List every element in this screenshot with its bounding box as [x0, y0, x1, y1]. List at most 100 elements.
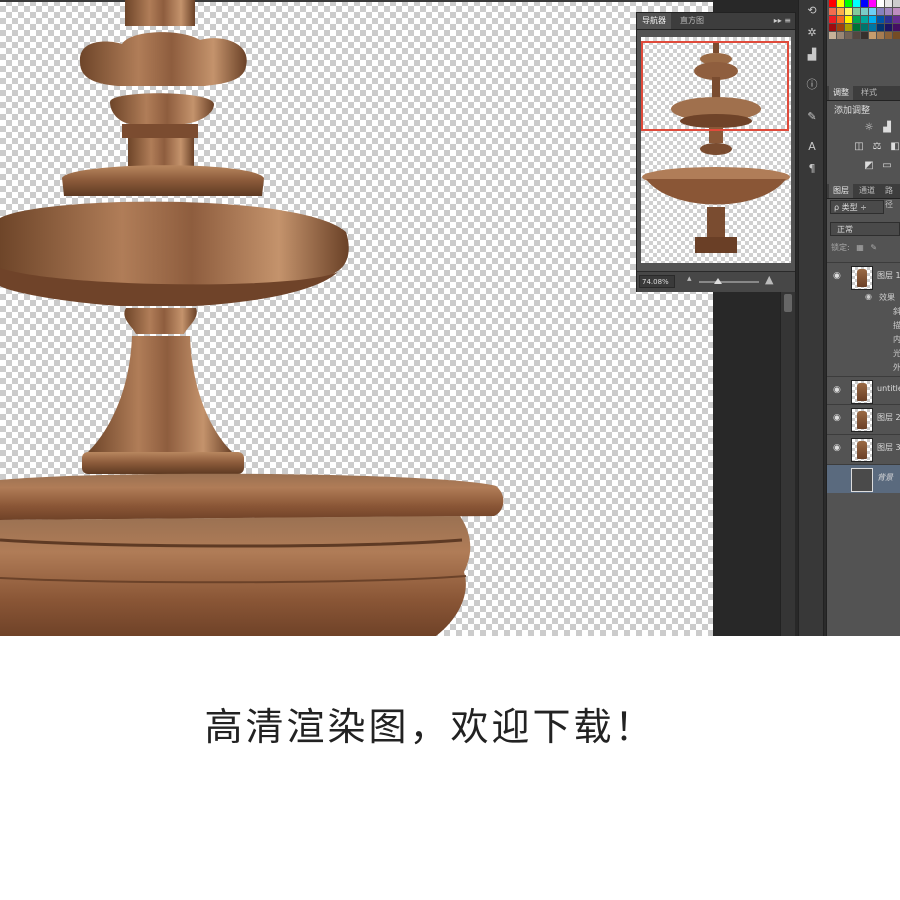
color-swatch[interactable]: [853, 32, 860, 39]
color-swatch[interactable]: [885, 0, 892, 7]
color-swatch[interactable]: [869, 16, 876, 23]
color-swatch[interactable]: [861, 32, 868, 39]
character-icon[interactable]: A: [803, 138, 821, 156]
promo-caption: 高清渲染图，欢迎下载！: [204, 705, 656, 749]
layer-row[interactable]: ◉ 图层 1: [827, 262, 900, 291]
color-swatch[interactable]: [861, 24, 868, 31]
layer-row[interactable]: 背景: [827, 464, 900, 493]
color-swatch[interactable]: [829, 32, 836, 39]
tab-adjustments[interactable]: 调整: [829, 86, 853, 100]
vibrance-icon[interactable]: ◫: [853, 141, 865, 153]
zoom-slider[interactable]: [699, 278, 759, 284]
color-swatch[interactable]: [845, 0, 852, 7]
color-swatch[interactable]: [861, 8, 868, 15]
color-swatch[interactable]: [869, 8, 876, 15]
color-swatch[interactable]: [829, 24, 836, 31]
color-swatch[interactable]: [877, 32, 884, 39]
swatches-panel[interactable]: [829, 0, 900, 39]
layer-row[interactable]: ◉ untitled: [827, 376, 900, 405]
color-swatch[interactable]: [877, 0, 884, 7]
color-swatch[interactable]: [877, 16, 884, 23]
color-swatch[interactable]: [829, 16, 836, 23]
color-swatch[interactable]: [893, 0, 900, 7]
tab-styles[interactable]: 样式: [857, 86, 881, 100]
brush-preset-icon[interactable]: ✲: [803, 24, 821, 42]
gradient-map-icon[interactable]: ▭: [881, 160, 893, 172]
color-swatch[interactable]: [829, 8, 836, 15]
color-swatch[interactable]: [853, 16, 860, 23]
color-swatch[interactable]: [885, 16, 892, 23]
color-swatch[interactable]: [885, 24, 892, 31]
visibility-eye-icon[interactable]: ◉: [833, 385, 841, 395]
color-swatch[interactable]: [845, 16, 852, 23]
document-canvas[interactable]: [0, 0, 713, 636]
tab-channels[interactable]: 通道: [855, 184, 879, 198]
color-swatch[interactable]: [829, 0, 836, 7]
paragraph-icon[interactable]: ¶: [803, 160, 821, 178]
tab-navigator[interactable]: 导航器: [637, 13, 671, 29]
color-swatch[interactable]: [845, 32, 852, 39]
effect-item[interactable]: 光: [893, 348, 900, 359]
color-swatch[interactable]: [853, 8, 860, 15]
layer-row[interactable]: ◉ 图层 2: [827, 404, 900, 433]
lock-paint-icon[interactable]: ✎: [870, 243, 877, 252]
effect-item[interactable]: 斜: [893, 306, 900, 317]
layer-thumbnail: [851, 266, 873, 290]
navigator-preview[interactable]: [641, 37, 791, 263]
history-icon[interactable]: ⟲: [803, 2, 821, 20]
color-swatch[interactable]: [845, 8, 852, 15]
panel-menu-icon[interactable]: ▸▸ ≡: [774, 13, 791, 29]
color-swatch[interactable]: [885, 32, 892, 39]
color-swatch[interactable]: [861, 0, 868, 7]
color-swatch[interactable]: [837, 0, 844, 7]
layer-thumbnail: [851, 408, 873, 432]
color-swatch[interactable]: [869, 32, 876, 39]
navigator-view-rectangle[interactable]: [641, 41, 789, 131]
color-swatch[interactable]: [877, 24, 884, 31]
effects-eye-icon[interactable]: ◉: [865, 292, 872, 301]
scrollbar-thumb[interactable]: [784, 294, 792, 312]
color-swatch[interactable]: [893, 24, 900, 31]
tab-histogram[interactable]: 直方图: [675, 13, 709, 29]
tab-layers[interactable]: 图层: [829, 184, 853, 198]
effect-item[interactable]: 外: [893, 362, 900, 373]
color-swatch[interactable]: [853, 0, 860, 7]
zoom-in-icon[interactable]: ▲: [765, 273, 773, 286]
color-swatch[interactable]: [837, 32, 844, 39]
info-icon[interactable]: ⓘ: [803, 76, 821, 94]
effect-item[interactable]: 内: [893, 334, 900, 345]
layer-row[interactable]: ◉ 图层 3: [827, 434, 900, 463]
zoom-field[interactable]: 74.08%: [639, 275, 675, 288]
tab-paths[interactable]: 路径: [881, 184, 900, 209]
color-swatch[interactable]: [837, 16, 844, 23]
visibility-eye-icon[interactable]: ◉: [833, 413, 841, 423]
brightness-icon[interactable]: ☼: [863, 122, 875, 134]
scrollbar[interactable]: [780, 292, 795, 636]
color-swatch[interactable]: [861, 16, 868, 23]
balance-icon[interactable]: ⚖: [871, 141, 883, 153]
visibility-eye-icon[interactable]: ◉: [833, 443, 841, 453]
color-swatch[interactable]: [837, 24, 844, 31]
bw-icon[interactable]: ◧: [889, 141, 900, 153]
lock-transparency-icon[interactable]: ▦: [856, 243, 864, 252]
blend-mode-dropdown[interactable]: 正常: [830, 222, 900, 236]
color-swatch[interactable]: [869, 0, 876, 7]
color-swatch[interactable]: [853, 24, 860, 31]
color-swatch[interactable]: [893, 8, 900, 15]
effect-item[interactable]: 描: [893, 320, 900, 331]
color-swatch[interactable]: [885, 8, 892, 15]
levels-icon[interactable]: ▟: [881, 122, 893, 134]
color-swatch[interactable]: [893, 16, 900, 23]
color-swatch[interactable]: [877, 8, 884, 15]
color-swatch[interactable]: [893, 32, 900, 39]
visibility-eye-icon[interactable]: ◉: [833, 271, 841, 281]
layer-filter-dropdown[interactable]: ρ 类型 ÷: [830, 200, 884, 214]
brush-icon[interactable]: ✎: [803, 108, 821, 126]
color-swatch[interactable]: [837, 8, 844, 15]
invert-icon[interactable]: ◩: [863, 160, 875, 172]
zoom-out-icon[interactable]: ▴: [687, 274, 692, 284]
histogram-icon[interactable]: ▟: [803, 46, 821, 64]
color-swatch[interactable]: [845, 24, 852, 31]
zoom-slider-thumb[interactable]: [714, 278, 723, 284]
color-swatch[interactable]: [869, 24, 876, 31]
